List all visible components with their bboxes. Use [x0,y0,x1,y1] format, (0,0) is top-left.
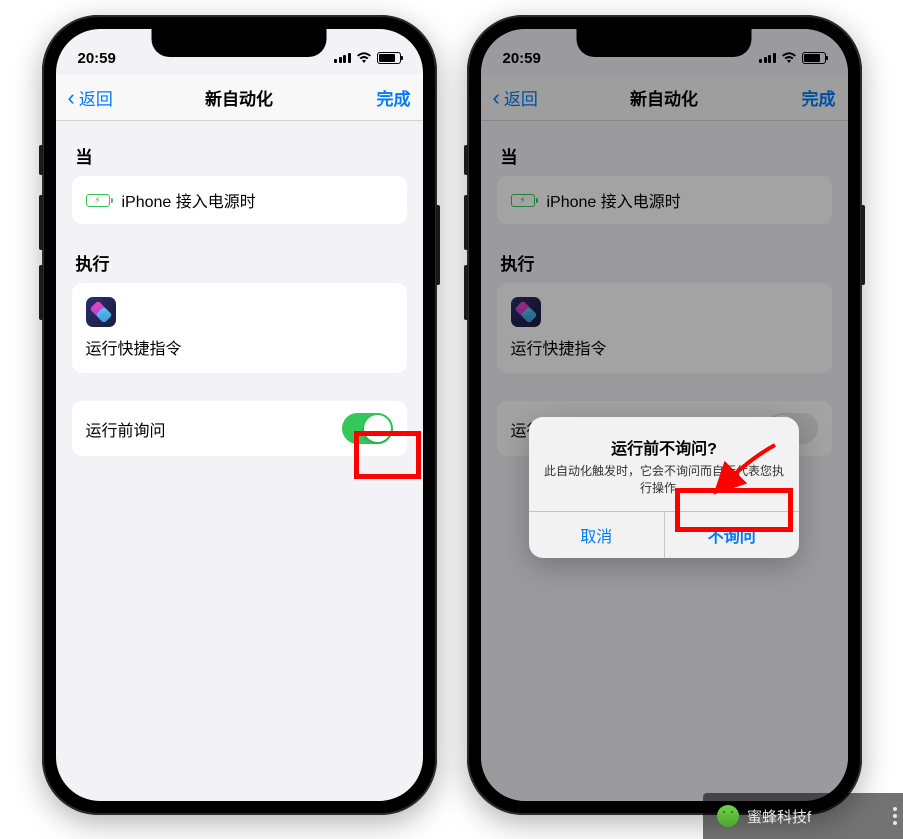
notch [577,29,752,57]
alert-cancel-button[interactable]: 取消 [529,512,664,558]
trigger-card[interactable]: ⚡︎ iPhone 接入电源时 [72,176,407,224]
screen-left: 20:59 ‹ 返回 新自动化 完成 当 [56,29,423,801]
when-header: 当 [72,129,407,176]
phone-frame-right: 20:59 ‹ 返回 新自动化 完成 当 [467,15,862,815]
ellipsis-icon [893,814,897,818]
trigger-text: iPhone 接入电源时 [122,188,256,212]
wechat-icon [717,805,739,827]
screen-right: 20:59 ‹ 返回 新自动化 完成 当 [481,29,848,801]
watermark-text: 蜜蜂科技f [747,806,811,827]
modal-backdrop [481,29,848,801]
notch [152,29,327,57]
action-card[interactable]: 运行快捷指令 [72,283,407,373]
confirm-alert: 运行前不询问? 此自动化触发时，它会不询问而自行代表您执行操作。 取消 不询问 [529,417,799,558]
battery-icon [377,52,401,64]
nav-bar: ‹ 返回 新自动化 完成 [56,75,423,121]
action-text: 运行快捷指令 [86,335,182,359]
askbefore-card: 运行前询问 [72,401,407,456]
askbefore-toggle[interactable] [342,413,393,444]
chevron-left-icon: ‹ [68,87,75,109]
phone-frame-left: 20:59 ‹ 返回 新自动化 完成 当 [42,15,437,815]
cellular-icon [334,53,351,63]
wifi-icon [356,52,372,64]
back-label: 返回 [79,85,113,110]
status-time: 20:59 [78,50,116,67]
shortcuts-icon [86,297,116,327]
alert-message: 此自动化触发时，它会不询问而自行代表您执行操作。 [543,463,785,497]
back-button[interactable]: ‹ 返回 [68,85,113,110]
alert-title: 运行前不询问? [543,435,785,459]
charging-icon: ⚡︎ [86,194,110,207]
status-indicators [334,52,401,64]
alert-confirm-button[interactable]: 不询问 [664,512,800,558]
askbefore-label: 运行前询问 [86,417,166,441]
done-button[interactable]: 完成 [377,85,411,110]
do-header: 执行 [72,224,407,283]
